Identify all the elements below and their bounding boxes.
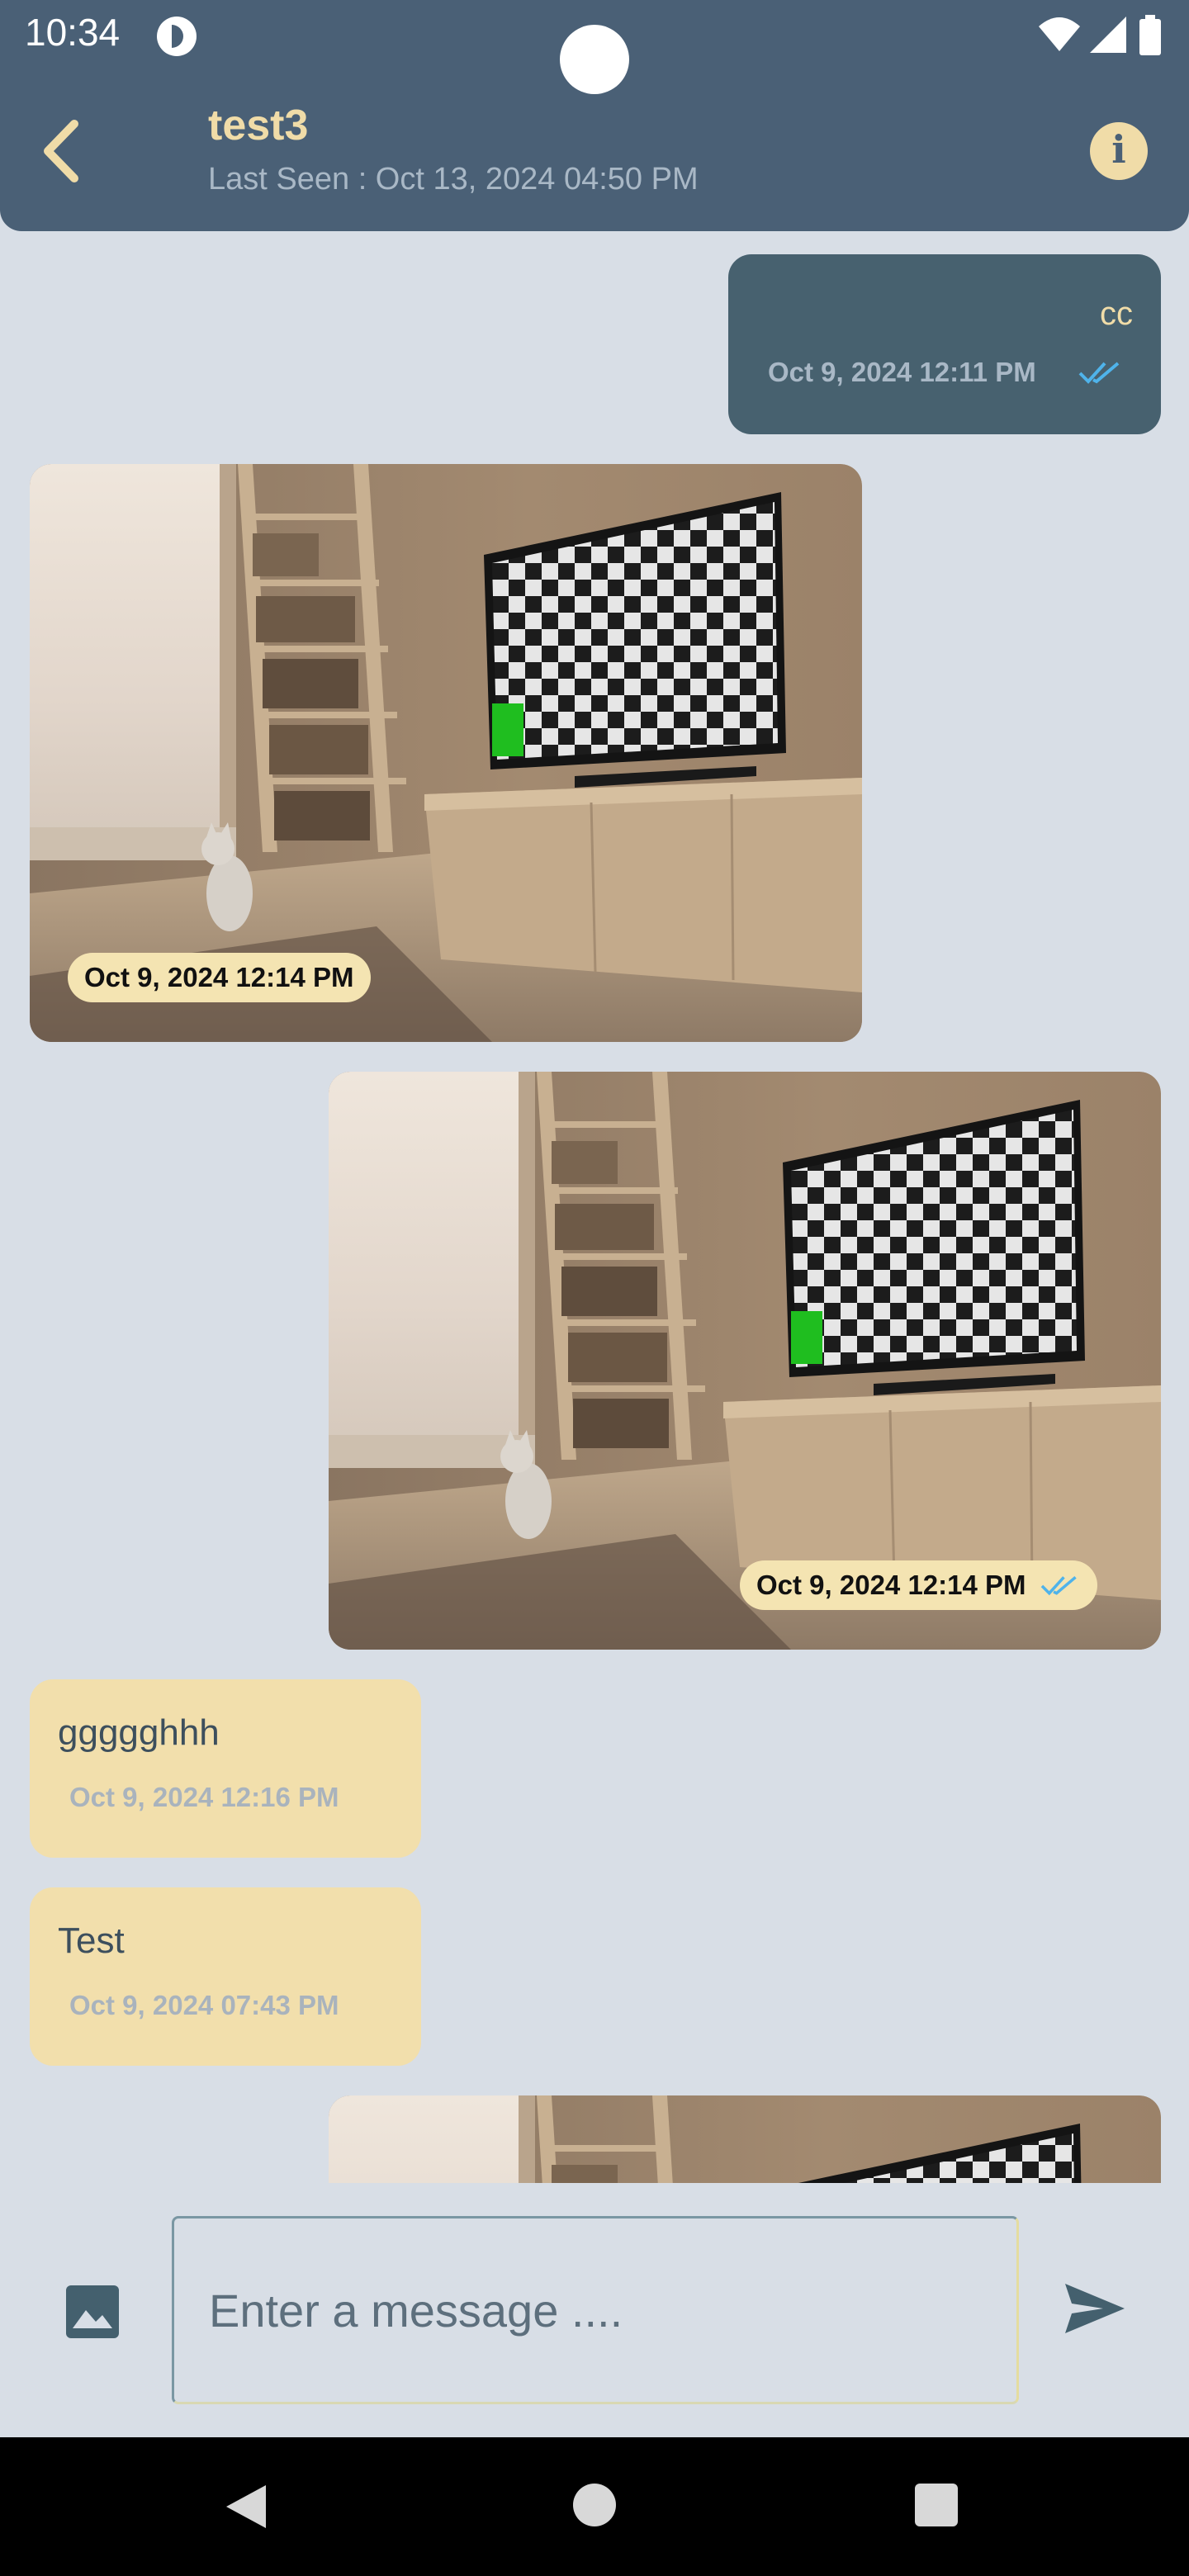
battery-icon xyxy=(1138,15,1163,60)
image-timestamp-badge: Oct 9, 2024 12:14 PM xyxy=(68,953,371,1002)
message-composer xyxy=(0,2183,1189,2437)
send-icon xyxy=(1065,2284,1125,2333)
message-list[interactable]: cc Oct 9, 2024 12:11 PM Oct 9, 2024 12:1… xyxy=(0,231,1189,2183)
status-time: 10:34 xyxy=(25,11,121,54)
outgoing-text-message[interactable]: cc Oct 9, 2024 12:11 PM xyxy=(728,254,1161,434)
recents-square-icon[interactable] xyxy=(915,2484,958,2526)
back-triangle-icon[interactable] xyxy=(223,2482,269,2531)
signal-icon xyxy=(1088,15,1128,59)
read-receipt-icon xyxy=(1040,1575,1077,1596)
system-navigation-bar xyxy=(0,2437,1189,2576)
message-text: Test xyxy=(58,1920,125,1961)
message-timestamp: Oct 9, 2024 12:14 PM xyxy=(756,1570,1026,1600)
incoming-text-message[interactable]: Test Oct 9, 2024 07:43 PM xyxy=(30,1887,421,2066)
attach-image-button[interactable] xyxy=(63,2282,122,2342)
message-text: cc xyxy=(1100,296,1133,332)
back-button[interactable] xyxy=(36,114,94,188)
message-input[interactable] xyxy=(172,2216,1019,2404)
message-timestamp: Oct 9, 2024 12:11 PM xyxy=(768,357,1036,387)
outgoing-image-message[interactable]: Oct 9, 2024 12:14 PM xyxy=(329,1072,1161,1650)
home-circle-icon[interactable] xyxy=(573,2484,616,2526)
camera-cutout xyxy=(560,25,629,94)
incoming-text-message[interactable]: ggggghhh Oct 9, 2024 12:16 PM xyxy=(30,1679,421,1858)
chat-title[interactable]: test3 xyxy=(208,101,308,150)
chevron-left-icon xyxy=(44,120,78,182)
image-icon xyxy=(66,2285,119,2338)
image-timestamp-badge: Oct 9, 2024 12:14 PM xyxy=(740,1560,1097,1610)
info-icon: i xyxy=(1111,127,1126,172)
read-receipt-icon xyxy=(1078,362,1120,384)
incoming-image-message[interactable]: Oct 9, 2024 12:14 PM xyxy=(30,464,862,1042)
message-text: ggggghhh xyxy=(58,1712,220,1753)
outgoing-image-message[interactable] xyxy=(329,2095,1161,2183)
chat-header: 10:34 test3 Last Seen : Oct 13, 2024 04:… xyxy=(0,0,1189,231)
room-photo xyxy=(329,2095,1161,2183)
message-timestamp: Oct 9, 2024 12:16 PM xyxy=(69,1782,339,1812)
info-button[interactable]: i xyxy=(1090,122,1148,180)
notification-app-icon xyxy=(157,17,197,56)
send-button[interactable] xyxy=(1062,2275,1128,2342)
message-timestamp: Oct 9, 2024 07:43 PM xyxy=(69,1990,339,2020)
last-seen-status: Last Seen : Oct 13, 2024 04:50 PM xyxy=(208,162,699,197)
wifi-icon xyxy=(1037,15,1082,59)
message-timestamp: Oct 9, 2024 12:14 PM xyxy=(84,962,354,992)
